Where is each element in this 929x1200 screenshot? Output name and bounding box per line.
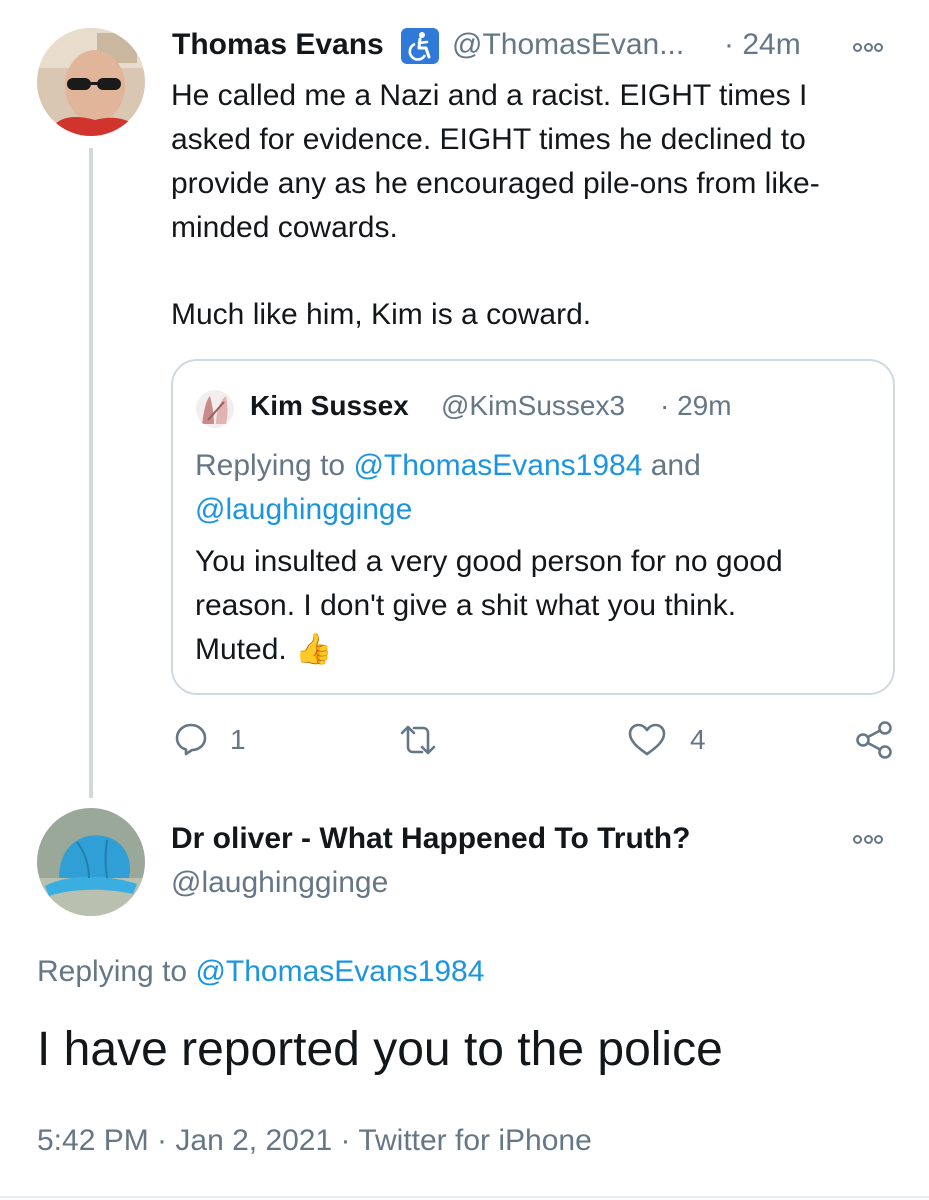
quoted-tweet-time[interactable]: · 29m xyxy=(660,390,732,422)
accessible-icon xyxy=(400,27,440,65)
quoted-author-handle[interactable]: @KimSussex3 xyxy=(441,390,625,422)
replying-to-handle[interactable]: @ThomasEvans1984 xyxy=(353,449,642,482)
tweet-text-line: provide any as he encouraged pile-ons fr… xyxy=(171,167,820,200)
quoted-avatar-photo-icon xyxy=(196,390,234,428)
reply-count: 1 xyxy=(230,724,246,755)
reply-avatar[interactable] xyxy=(37,808,145,916)
reply-timestamp[interactable]: 5:42 PM · Jan 2, 2021 xyxy=(37,1124,332,1157)
like-count: 4 xyxy=(690,724,706,755)
avatar[interactable] xyxy=(37,28,145,136)
quoted-text-line: Muted. xyxy=(195,633,287,666)
like-icon[interactable] xyxy=(627,722,667,758)
tweet-text-line: minded cowards. xyxy=(171,211,398,244)
quoted-author-name[interactable]: Kim Sussex xyxy=(250,390,409,422)
tweet-text-line: asked for evidence. EIGHT times he decli… xyxy=(171,123,806,156)
reply-avatar-photo-icon xyxy=(37,808,145,916)
meta-separator: · xyxy=(340,1124,351,1157)
tweet-text: He called me a Nazi and a racist. EIGHT … xyxy=(171,74,901,250)
tweet-text-closing: Much like him, Kim is a coward. xyxy=(171,298,592,331)
reply-more-options-icon[interactable] xyxy=(853,832,883,846)
reply-replying-to: Replying to @ThomasEvans1984 xyxy=(37,955,484,989)
more-options-icon[interactable] xyxy=(853,40,883,54)
reply-client: Twitter for iPhone xyxy=(358,1124,592,1157)
replying-to-and: and xyxy=(650,449,701,482)
reply-author-handle[interactable]: @laughingginge xyxy=(171,866,388,900)
author-handle[interactable]: @ThomasEvan... xyxy=(452,28,684,62)
replying-to-handle[interactable]: @ThomasEvans1984 xyxy=(195,955,484,988)
replying-to-label: Replying to xyxy=(195,449,346,482)
retweet-icon[interactable] xyxy=(398,723,438,757)
replying-to-label: Replying to xyxy=(37,955,188,988)
quoted-tweet-text: You insulted a very good person for no g… xyxy=(195,540,885,672)
quoted-avatar[interactable] xyxy=(196,390,234,428)
share-icon[interactable] xyxy=(855,720,893,760)
quoted-replying-to: Replying to @ThomasEvans1984 and @laughi… xyxy=(195,444,875,532)
quoted-text-line-last: Muted. 👍 xyxy=(195,628,885,672)
thread-line xyxy=(89,148,93,798)
reply-meta: 5:42 PM · Jan 2, 2021 · Twitter for iPho… xyxy=(37,1124,592,1158)
quoted-text-line: reason. I don't give a shit what you thi… xyxy=(195,589,737,622)
thumbs-up-emoji: 👍 xyxy=(295,633,333,666)
reply-author-name[interactable]: Dr oliver - What Happened To Truth? xyxy=(171,822,690,856)
replying-to-handle[interactable]: @laughingginge xyxy=(195,493,412,526)
reply-text: I have reported you to the police xyxy=(37,1023,723,1076)
reply-icon[interactable] xyxy=(173,721,209,757)
tweet-text-line: He called me a Nazi and a racist. EIGHT … xyxy=(171,79,808,112)
bottom-divider xyxy=(0,1196,929,1198)
quoted-text-line: You insulted a very good person for no g… xyxy=(195,545,783,578)
tweet-time[interactable]: · 24m xyxy=(724,28,801,62)
avatar-photo-icon xyxy=(37,28,145,136)
author-name[interactable]: Thomas Evans xyxy=(172,28,384,62)
